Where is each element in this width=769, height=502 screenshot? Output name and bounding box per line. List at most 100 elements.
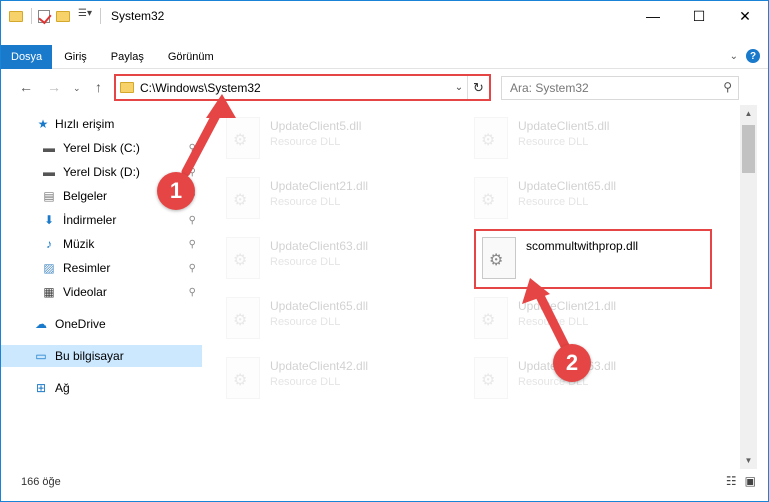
refresh-icon[interactable]: ↻ [467,76,489,99]
nav-label: Belgeler [63,189,108,203]
new-folder-icon[interactable] [56,8,72,24]
expand-ribbon-icon[interactable]: ⌄ [730,51,738,62]
file-name: UpdateClient21.dll [270,179,369,193]
dll-file-icon [226,297,260,339]
details-view-icon[interactable]: ☷ [726,474,737,488]
item-count: 166 öğe [21,476,61,488]
file-type: Resource DLL [270,256,341,268]
separator [100,8,101,24]
cloud-icon: ☁ [35,317,47,331]
picture-icon: ▨ [43,261,55,275]
nav-label: Yerel Disk (D:) [63,165,140,179]
file-name: UpdateClient21.dll [518,299,617,313]
nav-item-onedrive[interactable]: ☁ OneDrive [1,313,202,335]
dll-file-icon [226,357,260,399]
nav-item-network[interactable]: ⊞ Ağ [1,377,202,399]
maximize-button[interactable]: ☐ [676,1,722,31]
address-path[interactable]: C:\Windows\System32 [140,81,451,95]
nav-item-music[interactable]: ♪ Müzik ⚲ [1,233,202,255]
list-item[interactable]: UpdateClient65.dll Resource DLL [464,171,704,227]
properties-icon[interactable] [38,9,50,23]
list-item[interactable]: UpdateClient42.dll Resource DLL [216,351,456,407]
large-icons-view-icon[interactable]: ▣ [745,474,756,488]
tab-gorunum[interactable]: Görünüm [156,45,226,69]
tab-paylas[interactable]: Paylaş [99,45,156,69]
list-item[interactable]: UpdateClient5.dll Resource DLL [216,111,456,167]
document-icon: ▤ [43,189,55,203]
nav-label: Ağ [55,381,70,395]
list-item[interactable]: UpdateClient63.dll Resource DLL [216,231,456,287]
title-bar: ☰▾ System32 — ☐ ✕ [1,1,768,31]
file-type: Resource DLL [270,196,341,208]
dll-file-icon [226,237,260,279]
target-dll-file[interactable]: scommultwithprop.dll [474,229,712,289]
dll-file-icon [474,297,508,339]
scroll-down-icon[interactable]: ▼ [740,452,757,469]
pin-icon: ⚲ [188,142,196,154]
file-type: Resource DLL [518,196,589,208]
customize-toolbar-icon[interactable]: ☰▾ [78,8,94,24]
network-icon: ⊞ [35,381,47,395]
nav-item-disk-c[interactable]: ▬ Yerel Disk (C:) ⚲ [1,137,202,159]
minimize-button[interactable]: — [630,1,676,31]
dll-file-icon [474,177,508,219]
tab-dosya[interactable]: Dosya [1,44,53,69]
up-arrow-icon[interactable]: ↑ [95,79,102,95]
back-arrow-icon[interactable]: ← [19,79,33,95]
file-type: Resource DLL [270,136,341,148]
dll-file-icon [474,357,508,399]
scroll-up-icon[interactable]: ▲ [740,105,757,122]
search-icon[interactable]: ⚲ [723,80,732,94]
file-list: UpdateClient5.dll Resource DLL UpdateClie… [216,105,739,469]
nav-label: OneDrive [55,317,106,331]
dll-file-icon [226,117,260,159]
address-dropdown-icon[interactable]: ⌄ [451,82,467,93]
address-bar[interactable]: C:\Windows\System32 ⌄ ↻ [114,74,491,101]
address-row: ← → ⌄ ↑ C:\Windows\System32 ⌄ ↻ Ara: Sys… [1,73,768,103]
nav-item-videos[interactable]: ▦ Videolar ⚲ [1,281,202,303]
help-icon[interactable]: ? [746,49,760,63]
forward-arrow-icon[interactable]: → [47,79,61,95]
quick-access-toolbar: ☰▾ [1,8,101,24]
file-name: scommultwithprop.dll [526,239,639,253]
step-badge-1: 1 [157,172,195,210]
nav-item-downloads[interactable]: ⬇ İndirmeler ⚲ [1,209,202,231]
drive-icon: ▬ [43,165,55,179]
file-name: UpdateClient5.dll [270,119,362,133]
window-title: System32 [111,9,165,23]
window-controls: — ☐ ✕ [630,1,768,31]
file-type: Resource DLL [270,376,341,388]
pin-icon: ⚲ [188,166,196,178]
tab-giris[interactable]: Giriş [52,45,99,69]
nav-item-this-pc[interactable]: ▭ Bu bilgisayar [1,345,202,367]
dll-file-icon [482,237,516,279]
recent-dropdown-icon[interactable]: ⌄ [73,83,81,94]
file-name: UpdateClient42.dll [270,359,369,373]
close-button[interactable]: ✕ [722,1,768,31]
pin-icon: ⚲ [188,286,196,298]
nav-label: İndirmeler [63,213,117,227]
explorer-window: ☰▾ System32 — ☐ ✕ Dosya Giriş Paylaş Gör… [0,0,769,502]
scroll-thumb[interactable] [742,125,755,173]
drive-icon: ▬ [43,141,55,155]
nav-item-pictures[interactable]: ▨ Resimler ⚲ [1,257,202,279]
nav-item-quick-access[interactable]: ★ Hızlı erişim [1,113,202,135]
dll-file-icon [474,117,508,159]
search-placeholder: Ara: System32 [510,81,589,95]
file-name: UpdateClient5.dll [518,119,610,133]
list-item[interactable]: UpdateClient5.dll Resource DLL [464,111,704,167]
file-type: Resource DLL [270,316,341,328]
star-icon: ★ [37,117,49,131]
folder-icon [9,8,25,24]
nav-label: Hızlı erişim [55,117,115,131]
list-item[interactable]: UpdateClient21.dll Resource DLL [216,171,456,227]
list-item[interactable]: UpdateClient21.dll Resource DLL [464,291,704,347]
ribbon-tabs: Dosya Giriş Paylaş Görünüm ⌄ ? [1,44,768,69]
ribbon-right: ⌄ ? [730,49,760,63]
search-input[interactable]: Ara: System32 ⚲ [501,76,739,100]
music-icon: ♪ [46,237,52,251]
vertical-scrollbar[interactable]: ▲ ▼ [740,105,757,469]
file-name: UpdateClient63.dll [270,239,369,253]
list-item[interactable]: UpdateClient65.dll Resource DLL [216,291,456,347]
view-switcher: ☷ ▣ [726,474,756,488]
